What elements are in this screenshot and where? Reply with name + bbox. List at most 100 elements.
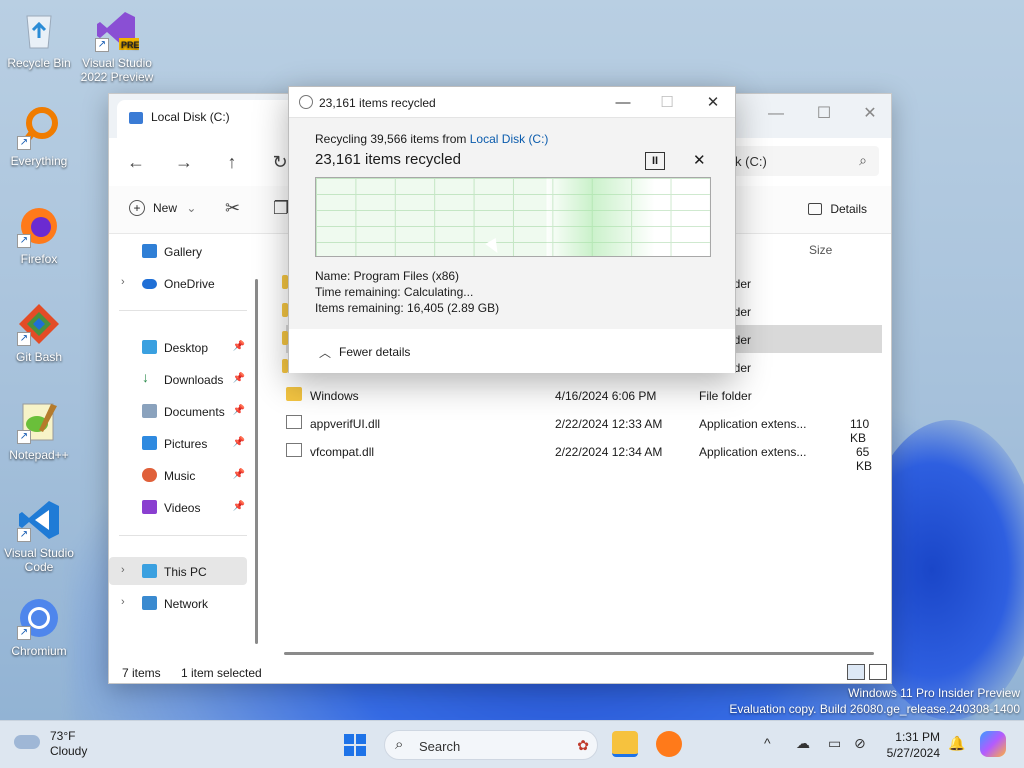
firefox-taskbar-icon[interactable] bbox=[656, 731, 682, 757]
chevron-right-icon: › bbox=[121, 564, 125, 576]
tiles-view-icon[interactable] bbox=[869, 664, 887, 680]
horizontal-scrollbar[interactable] bbox=[284, 652, 874, 655]
file-date: 2/22/2024 12:33 AM bbox=[555, 417, 663, 431]
table-row[interactable]: vfcompat.dll 2/22/2024 12:34 AM Applicat… bbox=[286, 437, 882, 473]
item-count: 7 items bbox=[122, 666, 161, 680]
system-clock[interactable]: 1:31 PM 5/27/2024 bbox=[878, 729, 940, 761]
forward-arrow-icon[interactable]: → bbox=[169, 148, 199, 176]
sidebar-item-gallery[interactable]: Gallery bbox=[109, 237, 247, 265]
back-arrow-icon[interactable]: ← bbox=[121, 148, 151, 176]
file-explorer-taskbar-icon[interactable] bbox=[612, 731, 638, 757]
desktop-icon-visual-studio-preview[interactable]: PRE ↗ Visual Studio 2022 Preview bbox=[79, 8, 155, 84]
sidebar-scrollbar[interactable] bbox=[255, 279, 258, 644]
explorer-tab[interactable]: Local Disk (C:) bbox=[117, 100, 297, 138]
pin-icon[interactable]: 📌 bbox=[233, 501, 245, 512]
sidebar-item-music[interactable]: Music 📌 bbox=[109, 461, 247, 489]
new-button[interactable]: + New ⌄ bbox=[129, 200, 196, 216]
new-label: New bbox=[153, 201, 178, 215]
source-drive-link[interactable]: Local Disk (C:) bbox=[470, 132, 549, 146]
display-icon[interactable]: ▭ bbox=[828, 735, 841, 752]
desktop-icon-label: Notepad++ bbox=[9, 448, 69, 462]
dialog-close-button[interactable]: ✕ bbox=[691, 89, 735, 117]
pin-icon[interactable]: 📌 bbox=[233, 405, 245, 416]
notepad-plus-plus-icon: ↗ bbox=[17, 400, 61, 444]
explorer-maximize-button[interactable]: ☐ bbox=[801, 100, 847, 128]
shortcut-arrow-icon: ↗ bbox=[95, 38, 109, 52]
windows-logo-icon bbox=[356, 734, 366, 744]
fewer-details-label: Fewer details bbox=[339, 345, 411, 359]
chevron-up-icon[interactable]: ^ bbox=[764, 735, 771, 751]
network-status-icon[interactable]: ⊘ bbox=[854, 735, 866, 752]
up-arrow-icon[interactable]: ↑ bbox=[217, 148, 247, 176]
notification-bell-icon[interactable]: 🔔 bbox=[948, 735, 965, 752]
search-icon[interactable]: ⌕ bbox=[859, 152, 867, 169]
column-header-size[interactable]: Size bbox=[809, 243, 832, 257]
details-label: Details bbox=[830, 202, 867, 216]
sidebar-item-desktop[interactable]: Desktop 📌 bbox=[109, 333, 247, 361]
cut-icon[interactable]: ✂ bbox=[225, 198, 240, 219]
pin-icon[interactable]: 📌 bbox=[233, 341, 245, 352]
fewer-details-toggle[interactable]: ︿ Fewer details bbox=[289, 329, 735, 373]
desktop-icon-git-bash[interactable]: ↗ Git Bash bbox=[1, 302, 77, 364]
pin-icon[interactable]: 📌 bbox=[233, 373, 245, 384]
clock-icon bbox=[299, 95, 313, 109]
desktop-icon-vscode[interactable]: ↗ Visual Studio Code bbox=[1, 498, 77, 574]
dialog-titlebar[interactable]: 23,161 items recycled — ☐ ✕ bbox=[289, 87, 735, 117]
desktop-icon-everything[interactable]: ↗ Everything bbox=[1, 106, 77, 168]
file-size: 65 KB bbox=[856, 445, 873, 473]
taskbar-search[interactable]: ⌕ Search ✿ bbox=[384, 730, 598, 760]
sidebar-item-label: This PC bbox=[164, 565, 207, 579]
recycle-progress-dialog[interactable]: 23,161 items recycled — ☐ ✕ Recycling 39… bbox=[288, 86, 736, 373]
file-date: 2/22/2024 12:34 AM bbox=[555, 445, 663, 459]
start-button[interactable] bbox=[344, 734, 366, 756]
shortcut-arrow-icon: ↗ bbox=[17, 430, 31, 444]
explorer-close-button[interactable]: ✕ bbox=[847, 100, 893, 128]
clock-time: 1:31 PM bbox=[895, 730, 940, 744]
sidebar-item-label: Videos bbox=[164, 501, 201, 515]
table-row[interactable]: appverifUI.dll 2/22/2024 12:33 AM Applic… bbox=[286, 409, 882, 445]
sidebar-item-videos[interactable]: Videos 📌 bbox=[109, 493, 247, 521]
cancel-operation-button[interactable]: ✕ bbox=[693, 151, 706, 169]
sidebar-item-onedrive[interactable]: › OneDrive bbox=[109, 269, 247, 297]
chevron-right-icon: › bbox=[121, 596, 125, 608]
table-row[interactable]: Windows 4/16/2024 6:06 PM File folder bbox=[286, 381, 882, 409]
dialog-minimize-button[interactable]: — bbox=[601, 89, 645, 117]
file-type: Application extens... bbox=[699, 417, 807, 431]
desktop-folder-icon bbox=[142, 340, 157, 354]
pause-button[interactable]: II bbox=[645, 152, 665, 170]
recycle-source-text: Recycling 39,566 items from Local Disk (… bbox=[315, 132, 548, 146]
copilot-icon[interactable] bbox=[980, 731, 1006, 757]
recycle-source-prefix: Recycling 39,566 items from bbox=[315, 132, 467, 146]
details-view-icon[interactable] bbox=[847, 664, 865, 680]
explorer-tab-title: Local Disk (C:) bbox=[151, 110, 230, 124]
taskbar: 73°F Cloudy ⌕ Search ✿ ^ ☁ ▭ ⊘ 1:31 PM 5… bbox=[0, 720, 1024, 768]
music-icon bbox=[142, 468, 157, 482]
folder-icon bbox=[286, 387, 302, 401]
desktop-icon-chromium[interactable]: ↗ Chromium bbox=[1, 596, 77, 658]
desktop-icon-notepad-plus-plus[interactable]: ↗ Notepad++ bbox=[1, 400, 77, 462]
desktop-icon-label: Everything bbox=[10, 154, 68, 168]
vscode-icon: ↗ bbox=[17, 498, 61, 542]
sidebar-item-documents[interactable]: Documents 📌 bbox=[109, 397, 247, 425]
progress-graph bbox=[315, 177, 711, 257]
sidebar-item-downloads[interactable]: ↓ Downloads 📌 bbox=[109, 365, 247, 393]
windows-logo-icon bbox=[344, 746, 354, 756]
progress-fill bbox=[316, 178, 547, 256]
weather-widget[interactable]: 73°F Cloudy bbox=[14, 729, 87, 759]
sidebar-item-this-pc[interactable]: › This PC bbox=[109, 557, 247, 585]
dialog-title: 23,161 items recycled bbox=[319, 96, 436, 110]
pin-icon[interactable]: 📌 bbox=[233, 437, 245, 448]
cloud-sync-icon[interactable]: ☁ bbox=[796, 735, 810, 752]
details-button[interactable]: Details bbox=[808, 202, 867, 216]
desktop-icon-label: Visual Studio Code bbox=[4, 546, 74, 574]
copy-icon[interactable]: ❐ bbox=[273, 198, 289, 219]
shortcut-arrow-icon: ↗ bbox=[17, 332, 31, 346]
sidebar-item-pictures[interactable]: Pictures 📌 bbox=[109, 429, 247, 457]
sidebar-item-network[interactable]: › Network bbox=[109, 589, 247, 617]
desktop-icon-recycle-bin[interactable]: Recycle Bin bbox=[1, 8, 77, 70]
explorer-minimize-button[interactable]: — bbox=[753, 100, 799, 128]
desktop-icon-firefox[interactable]: ↗ Firefox bbox=[1, 204, 77, 266]
pin-icon[interactable]: 📌 bbox=[233, 469, 245, 480]
chevron-down-icon: ⌄ bbox=[186, 201, 197, 215]
selection-count: 1 item selected bbox=[181, 666, 262, 680]
